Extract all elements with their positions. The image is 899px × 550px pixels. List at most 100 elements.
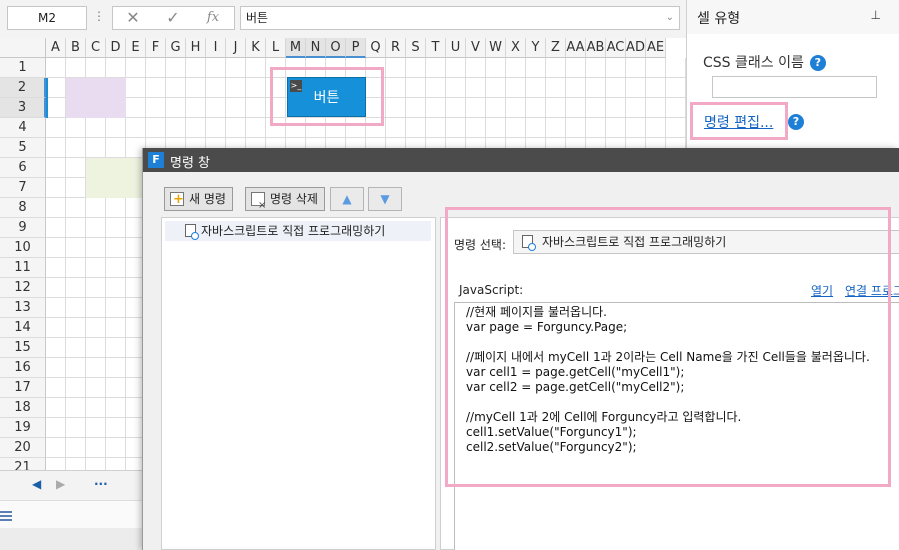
column-header[interactable]: P <box>346 38 366 58</box>
column-header[interactable]: K <box>246 38 266 58</box>
column-header[interactable]: Z <box>546 38 566 58</box>
shaded-range[interactable] <box>66 78 126 118</box>
css-class-input[interactable] <box>712 76 877 98</box>
column-header[interactable]: D <box>106 38 126 58</box>
command-select[interactable]: 자바스크립트로 직접 프로그래밍하기 <box>513 230 899 254</box>
column-header[interactable]: I <box>206 38 226 58</box>
column-header[interactable]: M <box>286 38 306 58</box>
row-header[interactable]: 8 <box>0 198 46 218</box>
cancel-icon[interactable]: ✕ <box>121 9 145 27</box>
column-header[interactable]: U <box>446 38 466 58</box>
command-select-value: 자바스크립트로 직접 프로그래밍하기 <box>542 235 727 249</box>
command-tag-icon: >_ <box>290 80 302 92</box>
grid-button-label: 버튼 <box>313 90 340 106</box>
column-header[interactable]: AB <box>586 38 606 58</box>
column-header[interactable]: V <box>466 38 486 58</box>
more-sheets-icon[interactable]: ··· <box>94 477 108 491</box>
command-dialog: F 명령 창 새 명령 명령 삭제 ▲ ▼ 자바스크립트로 직접 프로그래밍하기… <box>142 148 899 550</box>
name-box[interactable]: M2 <box>7 6 87 30</box>
delete-command-button[interactable]: 명령 삭제 <box>245 187 325 217</box>
column-header[interactable]: E <box>126 38 146 58</box>
row-header[interactable]: 13 <box>0 298 46 318</box>
list-item[interactable]: 자바스크립트로 직접 프로그래밍하기 <box>165 221 431 241</box>
formula-bar: M2 ⋮ ✕ ✓ fx 버튼 ⌄ <box>0 0 686 37</box>
column-header[interactable]: T <box>426 38 446 58</box>
row-header[interactable]: 21 <box>0 458 46 470</box>
dialog-title-bar[interactable]: F 명령 창 <box>143 148 899 172</box>
row-header[interactable]: 14 <box>0 318 46 338</box>
confirm-icon[interactable]: ✓ <box>161 9 185 27</box>
command-list[interactable]: 자바스크립트로 직접 프로그래밍하기 <box>161 217 436 550</box>
next-sheet-icon[interactable]: ▶ <box>56 477 65 491</box>
column-header[interactable]: B <box>66 38 86 58</box>
delete-command-icon <box>251 192 266 217</box>
selection-edge <box>46 78 48 118</box>
row-header[interactable]: 11 <box>0 258 46 278</box>
row-header[interactable]: 20 <box>0 438 46 458</box>
chevron-down-icon[interactable]: ⌄ <box>666 7 674 29</box>
edit-command-link[interactable]: 명령 편집... <box>704 112 773 132</box>
formula-bar-grip-icon[interactable]: ⋮ <box>93 9 105 23</box>
column-header[interactable]: W <box>486 38 506 58</box>
open-link[interactable]: 열기 <box>811 282 833 299</box>
move-down-button[interactable]: ▼ <box>368 187 402 211</box>
column-header[interactable]: Y <box>526 38 546 58</box>
formula-value: 버튼 <box>246 11 269 25</box>
row-header[interactable]: 5 <box>0 138 46 158</box>
grid-button-cell[interactable]: >_ 버튼 <box>287 77 366 117</box>
column-header[interactable]: C <box>86 38 106 58</box>
row-header[interactable]: 19 <box>0 418 46 438</box>
new-command-label: 새 명령 <box>189 192 226 206</box>
row-header[interactable]: 7 <box>0 178 46 198</box>
help-icon[interactable]: ? <box>809 55 826 71</box>
column-header[interactable]: AC <box>606 38 626 58</box>
row-header[interactable]: 9 <box>0 218 46 238</box>
delete-command-label: 명령 삭제 <box>270 192 318 206</box>
column-header[interactable]: AA <box>566 38 586 58</box>
formula-input[interactable]: 버튼 ⌄ <box>240 6 680 30</box>
script-document-icon <box>522 235 536 251</box>
javascript-editor[interactable]: //현재 페이지를 불러옵니다. var page = Forguncy.Pag… <box>454 302 899 550</box>
column-header[interactable]: O <box>326 38 346 58</box>
row-header[interactable]: 16 <box>0 358 46 378</box>
column-header[interactable]: S <box>406 38 426 58</box>
new-command-icon <box>170 189 184 211</box>
prev-sheet-icon[interactable]: ◀ <box>32 477 41 491</box>
column-header[interactable]: L <box>266 38 286 58</box>
row-header[interactable]: 15 <box>0 338 46 358</box>
panel-title: 셀 유형 <box>697 11 741 27</box>
new-command-button[interactable]: 새 명령 <box>164 187 233 211</box>
row-header[interactable]: 12 <box>0 278 46 298</box>
column-header[interactable]: F <box>146 38 166 58</box>
row-header[interactable]: 6 <box>0 158 46 178</box>
pin-icon[interactable]: ⊥ <box>871 8 881 22</box>
move-up-button[interactable]: ▲ <box>330 187 364 211</box>
connect-program-link[interactable]: 연결 프로그 <box>845 282 899 299</box>
column-header[interactable]: AE <box>646 38 666 58</box>
command-detail: 명령 선택: 자바스크립트로 직접 프로그래밍하기 JavaScript: 열기… <box>440 207 899 550</box>
column-header[interactable]: X <box>506 38 526 58</box>
column-header[interactable]: H <box>186 38 206 58</box>
javascript-label: JavaScript: <box>459 283 524 297</box>
column-header[interactable]: J <box>226 38 246 58</box>
css-class-label-text: CSS 클래스 이름 <box>703 55 804 71</box>
column-header[interactable]: AD <box>626 38 646 58</box>
row-header[interactable]: 1 <box>0 58 46 78</box>
column-header[interactable]: R <box>386 38 406 58</box>
help-icon[interactable]: ? <box>788 114 804 130</box>
row-header[interactable]: 10 <box>0 238 46 258</box>
command-item-label: 자바스크립트로 직접 프로그래밍하기 <box>201 224 386 238</box>
column-header[interactable]: A <box>46 38 66 58</box>
row-header[interactable]: 18 <box>0 398 46 418</box>
app-logo-icon: F <box>148 152 164 168</box>
row-header[interactable]: 3 <box>0 98 46 118</box>
function-icon[interactable]: fx <box>201 9 225 27</box>
column-header[interactable]: G <box>166 38 186 58</box>
row-header[interactable]: 17 <box>0 378 46 398</box>
row-header[interactable]: 4 <box>0 118 46 138</box>
row-header[interactable]: 2 <box>0 78 46 98</box>
list-icon[interactable] <box>0 511 12 521</box>
column-header[interactable]: N <box>306 38 326 58</box>
column-header[interactable]: Q <box>366 38 386 58</box>
select-all-corner[interactable] <box>0 38 46 58</box>
